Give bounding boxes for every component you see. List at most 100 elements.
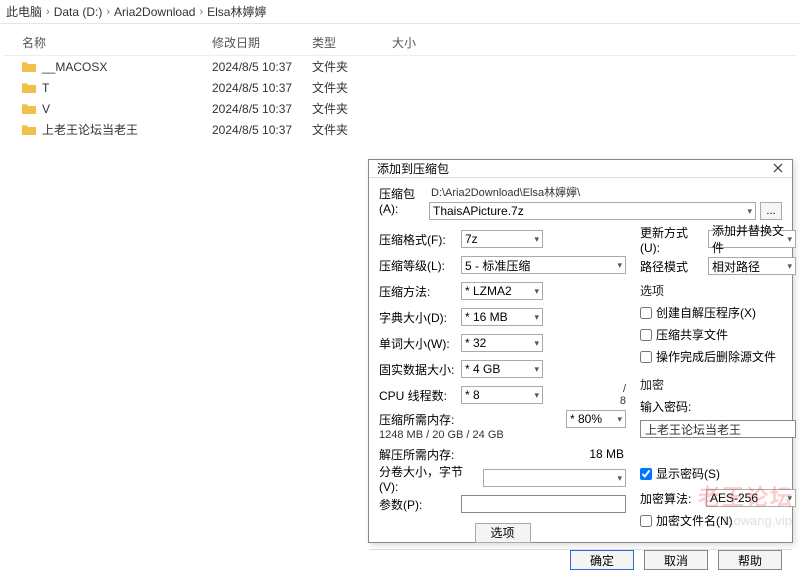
pwd-label: 输入密码: — [640, 398, 796, 415]
ok-button[interactable]: 确定 — [570, 550, 634, 570]
word-value: * 32 — [465, 336, 486, 350]
file-list: 名称 修改日期 类型 大小 __MACOSX 2024/8/5 10:37 文件… — [0, 24, 800, 146]
breadcrumb-item[interactable]: Data (D:) — [54, 5, 103, 19]
folder-icon — [22, 103, 36, 115]
chevron-down-icon: ▾ — [534, 364, 539, 375]
opt-delete[interactable]: 操作完成后删除源文件 — [640, 348, 796, 365]
file-name: __MACOSX — [42, 60, 107, 74]
word-select[interactable]: * 32 ▾ — [461, 334, 543, 352]
mem-decomp-label: 解压所需内存: — [379, 446, 454, 463]
encrypt-names-checkbox[interactable] — [640, 515, 652, 527]
method-label: 压缩方法: — [379, 283, 457, 300]
pathmode-value: 相对路径 — [712, 258, 760, 275]
method-select[interactable]: * LZMA2 ▾ — [461, 282, 543, 300]
level-label: 压缩等级(L): — [379, 257, 457, 274]
col-header-type[interactable]: 类型 — [312, 34, 392, 51]
chevron-down-icon: ▾ — [617, 414, 622, 425]
format-select[interactable]: 7z ▾ — [461, 230, 543, 248]
options-head: 选项 — [640, 282, 796, 299]
mem-pct-select[interactable]: * 80% ▾ — [566, 410, 626, 428]
password-input[interactable] — [640, 420, 796, 438]
col-header-date[interactable]: 修改日期 — [212, 34, 312, 51]
file-row[interactable]: __MACOSX 2024/8/5 10:37 文件夹 — [4, 56, 796, 77]
opt-sfx[interactable]: 创建自解压程序(X) — [640, 304, 796, 321]
options-button[interactable]: 选项 — [475, 523, 531, 543]
file-name: 上老王论坛当老王 — [42, 121, 138, 138]
threads-total: / 8 — [614, 383, 626, 407]
archive-label: 压缩包(A): — [379, 184, 423, 216]
chevron-down-icon: ▾ — [787, 493, 792, 504]
folder-icon — [22, 124, 36, 136]
add-to-archive-dialog: 添加到压缩包 压缩包(A): D:\Aria2Download\Elsa林嬣嬣\… — [368, 159, 793, 543]
enc-method-label: 加密算法: — [640, 490, 700, 507]
level-select[interactable]: 5 - 标准压缩 ▾ — [461, 256, 626, 274]
file-type: 文件夹 — [312, 100, 392, 117]
solid-select[interactable]: * 4 GB ▾ — [461, 360, 543, 378]
show-password[interactable]: 显示密码(S) — [640, 465, 796, 482]
chevron-right-icon: › — [46, 6, 50, 18]
browse-button[interactable]: ... — [760, 202, 782, 220]
breadcrumb-item[interactable]: Aria2Download — [114, 5, 195, 19]
cancel-button[interactable]: 取消 — [644, 550, 708, 570]
folder-icon — [22, 61, 36, 73]
word-label: 单词大小(W): — [379, 335, 457, 352]
dialog-title: 添加到压缩包 — [377, 160, 449, 177]
format-value: 7z — [465, 232, 478, 246]
chevron-right-icon: › — [106, 6, 110, 18]
file-row[interactable]: T 2024/8/5 10:37 文件夹 — [4, 77, 796, 98]
help-button[interactable]: 帮助 — [718, 550, 782, 570]
enc-method-select[interactable]: AES-256 ▾ — [706, 489, 796, 507]
file-row[interactable]: V 2024/8/5 10:37 文件夹 — [4, 98, 796, 119]
chevron-down-icon: ▾ — [787, 234, 792, 245]
solid-label: 固实数据大小: — [379, 361, 457, 378]
mem-comp-label: 压缩所需内存: — [379, 411, 454, 428]
opt-delete-checkbox[interactable] — [640, 351, 652, 363]
params-label: 参数(P): — [379, 496, 457, 513]
opt-shared[interactable]: 压缩共享文件 — [640, 326, 796, 343]
col-header-size[interactable]: 大小 — [392, 34, 472, 51]
split-label: 分卷大小，字节(V): — [379, 463, 479, 494]
update-select[interactable]: 添加并替换文件 ▾ — [708, 230, 796, 248]
file-date: 2024/8/5 10:37 — [212, 102, 312, 116]
format-label: 压缩格式(F): — [379, 231, 457, 248]
chevron-down-icon: ▾ — [787, 261, 792, 272]
threads-select[interactable]: * 8 ▾ — [461, 386, 543, 404]
close-icon — [773, 163, 783, 173]
file-name: V — [42, 102, 50, 116]
chevron-down-icon: ▾ — [617, 473, 622, 484]
breadcrumb-item[interactable]: 此电脑 — [6, 3, 42, 20]
col-header-name[interactable]: 名称 — [22, 34, 212, 51]
chevron-down-icon: ▾ — [747, 206, 752, 217]
file-name: T — [42, 81, 49, 95]
file-row[interactable]: 上老王论坛当老王 2024/8/5 10:37 文件夹 — [4, 119, 796, 140]
file-type: 文件夹 — [312, 58, 392, 75]
breadcrumb-item[interactable]: Elsa林嬣嬣 — [207, 3, 266, 20]
file-list-header: 名称 修改日期 类型 大小 — [4, 30, 796, 56]
encrypt-names[interactable]: 加密文件名(N) — [640, 512, 796, 529]
mem-comp-values: 1248 MB / 20 GB / 24 GB — [379, 429, 626, 441]
archive-name-value: ThaisAPicture.7z — [433, 204, 524, 218]
split-select[interactable]: ▾ — [483, 469, 626, 487]
dict-select[interactable]: * 16 MB ▾ — [461, 308, 543, 326]
dict-label: 字典大小(D): — [379, 309, 457, 326]
update-value: 添加并替换文件 — [712, 222, 787, 256]
opt-shared-checkbox[interactable] — [640, 329, 652, 341]
encryption-head: 加密 — [640, 376, 796, 393]
file-type: 文件夹 — [312, 79, 392, 96]
update-label: 更新方式(U): — [640, 224, 704, 255]
dialog-titlebar: 添加到压缩包 — [369, 160, 792, 178]
breadcrumb[interactable]: 此电脑 › Data (D:) › Aria2Download › Elsa林嬣… — [0, 0, 800, 24]
close-button[interactable] — [768, 162, 788, 176]
threads-value: * 8 — [465, 388, 480, 402]
show-password-checkbox[interactable] — [640, 468, 652, 480]
pathmode-label: 路径模式 — [640, 258, 704, 275]
dialog-buttons: 确定 取消 帮助 — [369, 549, 792, 570]
archive-name-dropdown[interactable]: ThaisAPicture.7z ▾ — [429, 202, 756, 220]
pathmode-select[interactable]: 相对路径 ▾ — [708, 257, 796, 275]
file-date: 2024/8/5 10:37 — [212, 81, 312, 95]
folder-icon — [22, 82, 36, 94]
params-input[interactable] — [461, 495, 626, 513]
chevron-down-icon: ▾ — [617, 260, 622, 271]
opt-sfx-checkbox[interactable] — [640, 307, 652, 319]
chevron-down-icon: ▾ — [534, 286, 539, 297]
